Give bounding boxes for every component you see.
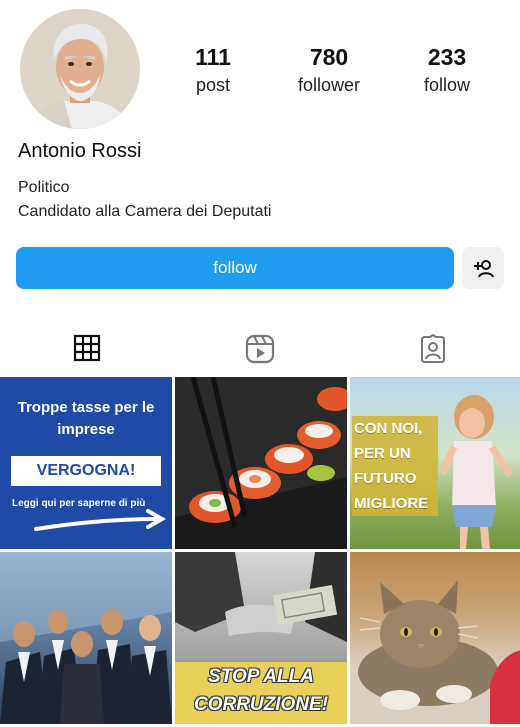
followers-stat[interactable]: 780 follower: [274, 42, 384, 98]
sushi-photo: [175, 377, 347, 549]
post-tile[interactable]: [0, 552, 172, 724]
profile-name: Antonio Rossi: [18, 140, 142, 162]
post-slogan: CORRUZIONE!: [193, 694, 329, 715]
following-count: 233: [427, 44, 467, 70]
tab-posts[interactable]: [0, 322, 173, 374]
posts-label: post: [195, 75, 231, 95]
tab-tagged[interactable]: [346, 322, 519, 374]
following-stat[interactable]: 233 follow: [392, 42, 502, 98]
avatar[interactable]: [20, 9, 140, 129]
followers-label: follower: [297, 75, 361, 95]
post-tile[interactable]: STOP ALLA CORRUZIONE!: [175, 552, 347, 724]
arrow-icon: [34, 509, 167, 531]
tab-reels[interactable]: [173, 322, 346, 374]
post-tile[interactable]: CON NOI, PER UN FUTURO MIGLIORE: [350, 377, 520, 549]
post-tile[interactable]: [175, 377, 347, 549]
suggest-user-button[interactable]: [462, 247, 504, 289]
grid-icon: [73, 334, 100, 362]
post-callout: VERGOGNA!: [11, 456, 161, 486]
bribe-photo: [175, 552, 347, 642]
bio-line: Candidato alla Camera dei Deputati: [18, 203, 272, 220]
profile-tabs: [0, 322, 520, 374]
following-label: follow: [423, 75, 471, 95]
post-tile[interactable]: [350, 552, 520, 724]
post-headline: Troppe tasse per le imprese: [17, 399, 155, 438]
reels-icon: [245, 334, 274, 364]
posts-stat[interactable]: 111 post: [158, 42, 268, 98]
posts-grid: Troppe tasse per le imprese VERGOGNA! Le…: [0, 377, 520, 727]
bio-line: Politico: [18, 179, 70, 196]
post-slogan: STOP ALLA: [208, 666, 314, 687]
tagged-icon: [420, 334, 445, 363]
follow-button[interactable]: follow: [16, 247, 454, 289]
profile-photo: [20, 9, 140, 129]
followers-count: 780: [309, 44, 349, 70]
add-user-icon: [474, 260, 494, 278]
post-tile[interactable]: Troppe tasse per le imprese VERGOGNA! Le…: [0, 377, 172, 549]
cat-photo: [350, 580, 520, 724]
post-slogan: CON NOI, PER UN FUTURO MIGLIORE: [352, 416, 438, 516]
team-photo: [0, 552, 172, 724]
posts-count: 111: [195, 44, 231, 70]
